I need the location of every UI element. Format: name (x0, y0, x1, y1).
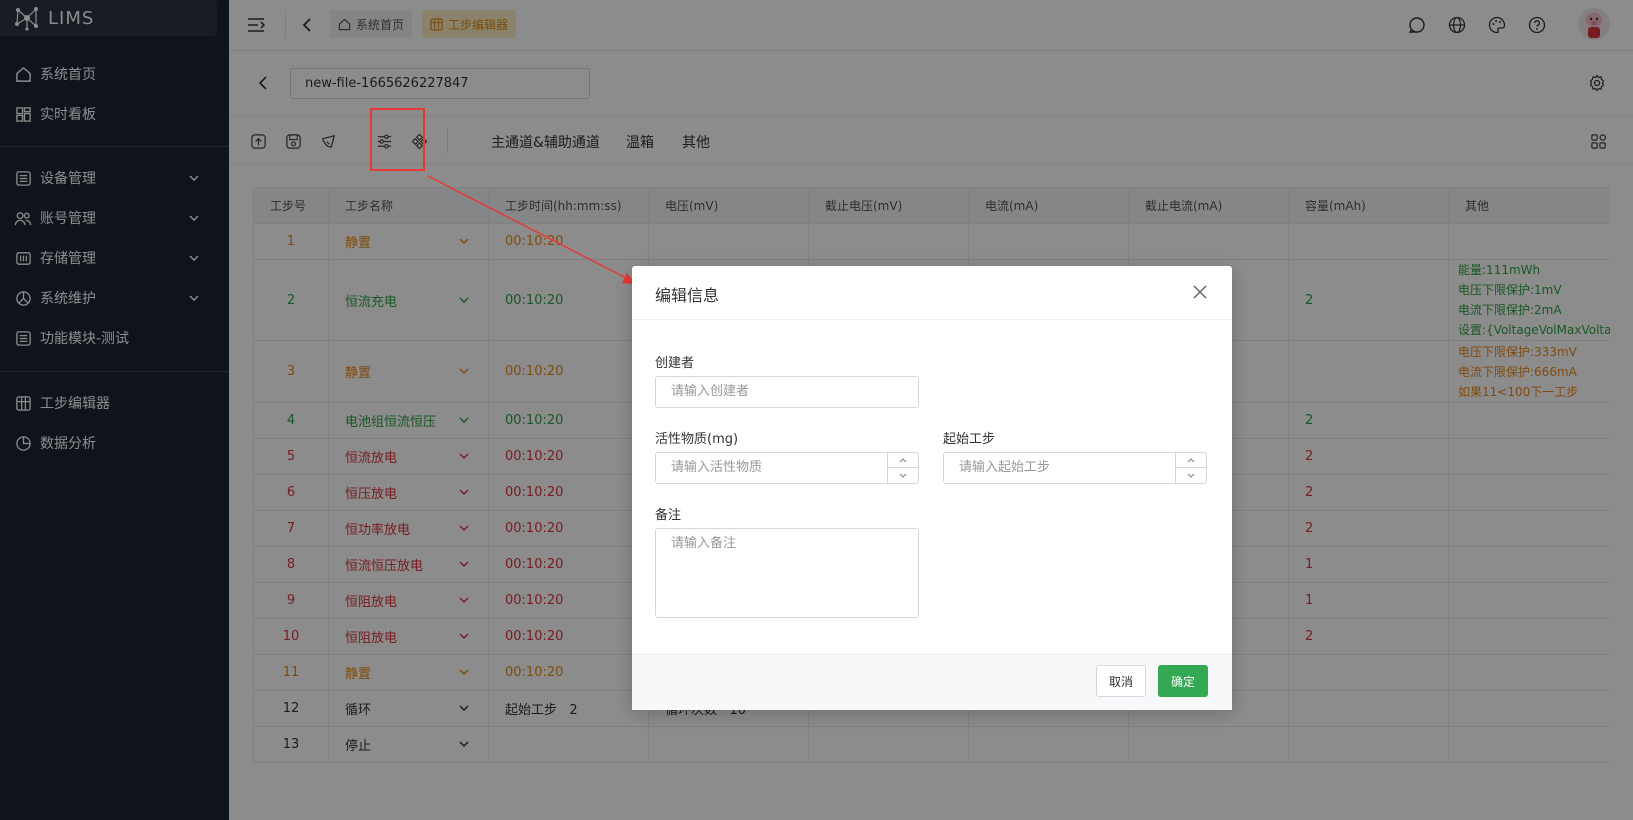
dialog-footer: 取消 确定 (632, 654, 1232, 710)
active-material-input[interactable]: 请输入活性物质 (655, 452, 919, 484)
start-step-placeholder: 请输入起始工步 (959, 460, 1051, 475)
remark-label: 备注 (655, 508, 682, 523)
chevron-up-icon[interactable] (888, 453, 918, 468)
active-material-placeholder: 请输入活性物质 (671, 460, 763, 475)
creator-input[interactable]: 请输入创建者 (655, 376, 919, 408)
cancel-button[interactable]: 取消 (1096, 665, 1146, 697)
active-material-label: 活性物质(mg) (655, 432, 739, 447)
start-step-input[interactable]: 请输入起始工步 (943, 452, 1207, 484)
chevron-down-icon[interactable] (888, 468, 918, 483)
chevron-up-icon[interactable] (1176, 453, 1206, 468)
chevron-down-icon[interactable] (1176, 468, 1206, 483)
annotation-highlight-box (370, 108, 425, 171)
start-step-stepper[interactable] (1175, 453, 1206, 483)
active-material-stepper[interactable] (887, 453, 918, 483)
confirm-button[interactable]: 确定 (1158, 665, 1208, 697)
start-step-label: 起始工步 (943, 432, 996, 447)
dialog-title: 编辑信息 (632, 266, 1232, 320)
edit-info-dialog: 编辑信息 创建者 请输入创建者 活性物质(mg) 请输入活性物质 起始工步 请输… (632, 266, 1232, 710)
creator-label: 创建者 (655, 356, 695, 371)
close-icon[interactable] (1192, 284, 1208, 300)
remark-textarea[interactable]: 请输入备注 (655, 528, 919, 618)
